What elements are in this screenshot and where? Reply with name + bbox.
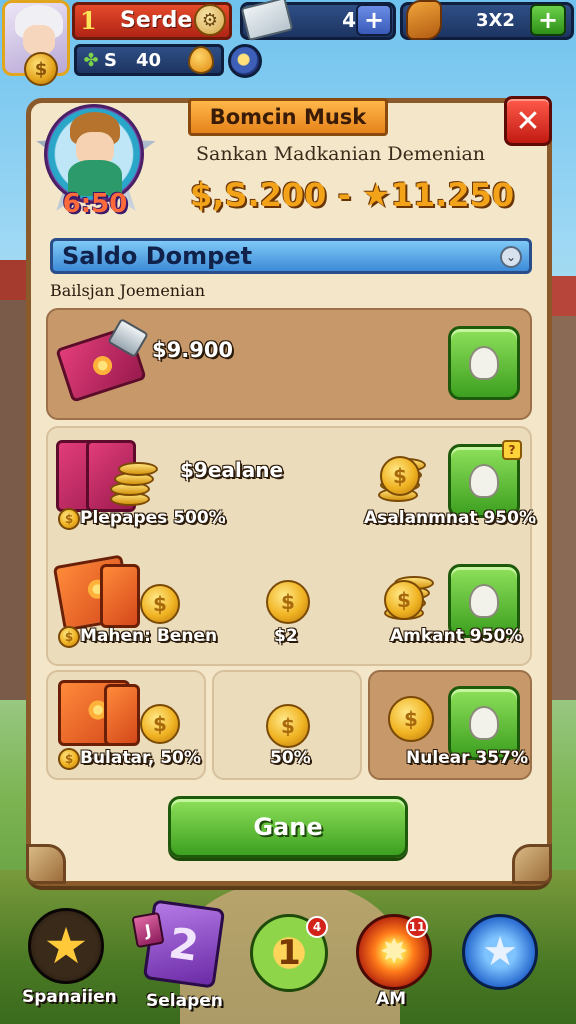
book-icon — [100, 564, 140, 628]
offer-item6-label: Bulatar, 50% — [80, 748, 201, 768]
panel-corner-left — [26, 844, 66, 884]
coin-icon: $ — [24, 52, 58, 86]
offer-item2-label: Asalanmnat 950% — [364, 508, 537, 528]
notification-badge: 4 — [306, 916, 328, 938]
blue-star-icon[interactable]: ★ — [462, 914, 538, 990]
bag-icon — [469, 584, 499, 618]
panel-title: Bomcin Musk — [209, 105, 367, 129]
money-currency: S — [104, 49, 117, 71]
coin-icon: $ — [384, 580, 424, 620]
coin-stack-icon — [104, 454, 164, 510]
bag-icon — [469, 464, 499, 498]
coin-icon: $ — [388, 696, 434, 742]
gem-value: 3X2 — [476, 9, 515, 31]
coin-icon: $ — [266, 580, 310, 624]
add-cash-button[interactable]: + — [356, 4, 392, 36]
card-small-icon: J — [131, 911, 165, 949]
star-icon[interactable]: ★ — [28, 908, 104, 984]
player-name: Serde — [120, 7, 193, 33]
gem-icon — [406, 0, 442, 40]
offer-item3-label: Mahen: Benen — [80, 626, 218, 646]
coin-icon: $ — [58, 626, 80, 648]
buy-button-top[interactable] — [448, 326, 520, 400]
settings-gear-icon[interactable]: ⚙ — [194, 4, 226, 36]
nav-label-am[interactable]: AM — [376, 986, 406, 1012]
offer-item8-label: Nulear 357% — [406, 748, 528, 768]
notification-badge: 11 — [406, 916, 428, 938]
clover-icon: ✤ — [83, 49, 99, 71]
panel-subtitle: Sankan Madkanian Demenian — [196, 143, 486, 165]
swirl-icon[interactable] — [228, 44, 262, 78]
nav-label-selapen[interactable]: Selapen — [146, 988, 223, 1014]
drop-icon — [188, 46, 214, 74]
bag-icon — [469, 706, 499, 740]
cash-value: 4 — [342, 8, 356, 32]
question-badge: ? — [502, 440, 522, 460]
coin-icon: $ — [140, 704, 180, 744]
nav-label-spanaiien[interactable]: Spanaiien — [22, 984, 117, 1010]
hero-timer: 6:50 — [62, 189, 128, 219]
offer-item1-label: Plepapes 500% — [80, 508, 226, 528]
coin-icon: $ — [58, 748, 80, 770]
add-gem-button[interactable]: + — [530, 4, 566, 36]
price-range: $,S.200 - ★11.250 — [190, 176, 515, 214]
info-icon[interactable]: ⌄ — [500, 246, 522, 268]
offer-top-amount: $9.900 — [152, 338, 234, 362]
offer-item4-label: $2 — [274, 626, 298, 646]
offer-item7-label: 50% — [270, 748, 311, 768]
section-subtitle: Bailsjan Joemenian — [50, 280, 206, 300]
book-icon — [104, 684, 140, 746]
player-level: 1 — [80, 5, 97, 35]
coin-icon: $ — [140, 584, 180, 624]
bag-icon — [469, 346, 499, 380]
coin-icon: $ — [266, 704, 310, 748]
section-title: Saldo Dompet — [62, 242, 253, 270]
gane-button[interactable]: Gane — [168, 796, 408, 858]
offer-mid-header: $9ealane — [180, 458, 284, 482]
coin-icon: $ — [58, 508, 80, 530]
coin-icon: $ — [380, 456, 420, 496]
panel-corner-right — [512, 844, 552, 884]
money-value: 40 — [136, 49, 162, 71]
offer-item5-label: Amkant 950% — [390, 626, 523, 646]
close-button[interactable]: ✕ — [504, 96, 552, 146]
